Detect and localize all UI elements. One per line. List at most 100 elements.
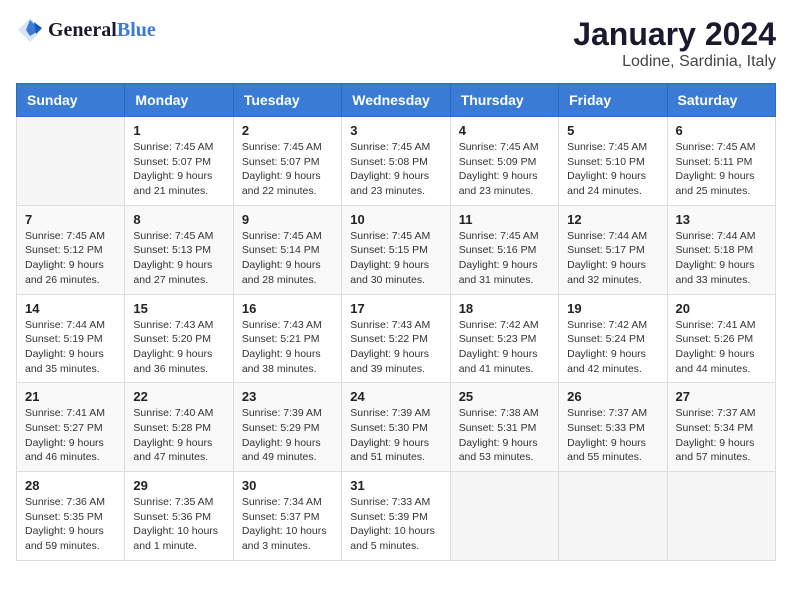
day-number: 16 xyxy=(242,301,333,316)
day-number: 5 xyxy=(567,123,658,138)
week-row-1: 7Sunrise: 7:45 AMSunset: 5:12 PMDaylight… xyxy=(17,205,776,294)
day-cell xyxy=(667,472,775,561)
day-number: 24 xyxy=(350,389,441,404)
day-number: 28 xyxy=(25,478,116,493)
day-info: Sunrise: 7:45 AMSunset: 5:07 PMDaylight:… xyxy=(133,140,224,199)
day-info: Sunrise: 7:44 AMSunset: 5:19 PMDaylight:… xyxy=(25,318,116,377)
day-cell: 5 Sunrise: 7:45 AMSunset: 5:10 PMDaylight… xyxy=(559,117,667,206)
day-info: Sunrise: 7:41 AMSunset: 5:27 PMDaylight:… xyxy=(25,406,116,465)
day-info: Sunrise: 7:43 AMSunset: 5:20 PMDaylight:… xyxy=(133,318,224,377)
day-cell: 18Sunrise: 7:42 AMSunset: 5:23 PMDayligh… xyxy=(450,294,558,383)
day-number: 1 xyxy=(133,123,224,138)
logo-blue-text: Blue xyxy=(117,19,156,41)
week-row-3: 21 Sunrise: 7:41 AMSunset: 5:27 PMDayligh… xyxy=(17,383,776,472)
day-cell: 22 Sunrise: 7:40 AMSunset: 5:28 PMDayligh… xyxy=(125,383,233,472)
day-number: 17 xyxy=(350,301,441,316)
day-number: 31 xyxy=(350,478,441,493)
day-number: 8 xyxy=(133,212,224,227)
day-number: 22 xyxy=(133,389,224,404)
day-cell: 4 Sunrise: 7:45 AMSunset: 5:09 PMDaylight… xyxy=(450,117,558,206)
day-cell: 13Sunrise: 7:44 AMSunset: 5:18 PMDayligh… xyxy=(667,205,775,294)
day-cell: 31 Sunrise: 7:33 AMSunset: 5:39 PMDayligh… xyxy=(342,472,450,561)
day-info: Sunrise: 7:42 AMSunset: 5:24 PMDaylight:… xyxy=(567,318,658,377)
week-row-0: 1 Sunrise: 7:45 AMSunset: 5:07 PMDaylight… xyxy=(17,117,776,206)
col-monday: Monday xyxy=(125,84,233,117)
day-info: Sunrise: 7:38 AMSunset: 5:31 PMDaylight:… xyxy=(459,406,550,465)
col-friday: Friday xyxy=(559,84,667,117)
day-cell: 9Sunrise: 7:45 AMSunset: 5:14 PMDaylight… xyxy=(233,205,341,294)
day-info: Sunrise: 7:45 AMSunset: 5:12 PMDaylight:… xyxy=(25,229,116,288)
col-saturday: Saturday xyxy=(667,84,775,117)
col-sunday: Sunday xyxy=(17,84,125,117)
week-row-2: 14 Sunrise: 7:44 AMSunset: 5:19 PMDayligh… xyxy=(17,294,776,383)
day-number: 11 xyxy=(459,212,550,227)
day-number: 27 xyxy=(676,389,767,404)
day-cell: 27Sunrise: 7:37 AMSunset: 5:34 PMDayligh… xyxy=(667,383,775,472)
logo-icon xyxy=(16,16,44,44)
title-area: January 2024 Lodine, Sardinia, Italy xyxy=(573,16,776,71)
day-cell: 30 Sunrise: 7:34 AMSunset: 5:37 PMDayligh… xyxy=(233,472,341,561)
day-number: 2 xyxy=(242,123,333,138)
day-number: 10 xyxy=(350,212,441,227)
day-cell: 14 Sunrise: 7:44 AMSunset: 5:19 PMDayligh… xyxy=(17,294,125,383)
day-info: Sunrise: 7:45 AMSunset: 5:10 PMDaylight:… xyxy=(567,140,658,199)
day-cell: 7Sunrise: 7:45 AMSunset: 5:12 PMDaylight… xyxy=(17,205,125,294)
day-info: Sunrise: 7:45 AMSunset: 5:16 PMDaylight:… xyxy=(459,229,550,288)
day-cell: 29 Sunrise: 7:35 AMSunset: 5:36 PMDayligh… xyxy=(125,472,233,561)
day-cell: 8Sunrise: 7:45 AMSunset: 5:13 PMDaylight… xyxy=(125,205,233,294)
day-number: 29 xyxy=(133,478,224,493)
day-info: Sunrise: 7:39 AMSunset: 5:29 PMDaylight:… xyxy=(242,406,333,465)
logo-general-text: General xyxy=(48,19,117,41)
day-info: Sunrise: 7:42 AMSunset: 5:23 PMDaylight:… xyxy=(459,318,550,377)
day-cell: 15Sunrise: 7:43 AMSunset: 5:20 PMDayligh… xyxy=(125,294,233,383)
header-row: Sunday Monday Tuesday Wednesday Thursday… xyxy=(17,84,776,117)
day-info: Sunrise: 7:43 AMSunset: 5:22 PMDaylight:… xyxy=(350,318,441,377)
day-number: 20 xyxy=(676,301,767,316)
day-number: 3 xyxy=(350,123,441,138)
day-cell: 21 Sunrise: 7:41 AMSunset: 5:27 PMDayligh… xyxy=(17,383,125,472)
day-number: 4 xyxy=(459,123,550,138)
day-info: Sunrise: 7:41 AMSunset: 5:26 PMDaylight:… xyxy=(676,318,767,377)
day-cell: 24 Sunrise: 7:39 AMSunset: 5:30 PMDayligh… xyxy=(342,383,450,472)
day-info: Sunrise: 7:35 AMSunset: 5:36 PMDaylight:… xyxy=(133,495,224,554)
day-info: Sunrise: 7:39 AMSunset: 5:30 PMDaylight:… xyxy=(350,406,441,465)
col-wednesday: Wednesday xyxy=(342,84,450,117)
day-number: 23 xyxy=(242,389,333,404)
day-info: Sunrise: 7:45 AMSunset: 5:11 PMDaylight:… xyxy=(676,140,767,199)
day-cell: 23 Sunrise: 7:39 AMSunset: 5:29 PMDayligh… xyxy=(233,383,341,472)
day-info: Sunrise: 7:45 AMSunset: 5:15 PMDaylight:… xyxy=(350,229,441,288)
day-cell: 12Sunrise: 7:44 AMSunset: 5:17 PMDayligh… xyxy=(559,205,667,294)
day-cell: 11 Sunrise: 7:45 AMSunset: 5:16 PMDayligh… xyxy=(450,205,558,294)
day-number: 25 xyxy=(459,389,550,404)
day-info: Sunrise: 7:45 AMSunset: 5:09 PMDaylight:… xyxy=(459,140,550,199)
day-cell: 2 Sunrise: 7:45 AMSunset: 5:07 PMDaylight… xyxy=(233,117,341,206)
day-cell: 19 Sunrise: 7:42 AMSunset: 5:24 PMDayligh… xyxy=(559,294,667,383)
day-number: 19 xyxy=(567,301,658,316)
day-info: Sunrise: 7:33 AMSunset: 5:39 PMDaylight:… xyxy=(350,495,441,554)
day-cell: 28 Sunrise: 7:36 AMSunset: 5:35 PMDayligh… xyxy=(17,472,125,561)
day-info: Sunrise: 7:34 AMSunset: 5:37 PMDaylight:… xyxy=(242,495,333,554)
day-cell: 20 Sunrise: 7:41 AMSunset: 5:26 PMDayligh… xyxy=(667,294,775,383)
day-info: Sunrise: 7:45 AMSunset: 5:08 PMDaylight:… xyxy=(350,140,441,199)
day-cell: 16Sunrise: 7:43 AMSunset: 5:21 PMDayligh… xyxy=(233,294,341,383)
day-cell xyxy=(17,117,125,206)
day-number: 21 xyxy=(25,389,116,404)
day-cell: 25 Sunrise: 7:38 AMSunset: 5:31 PMDayligh… xyxy=(450,383,558,472)
day-info: Sunrise: 7:45 AMSunset: 5:07 PMDaylight:… xyxy=(242,140,333,199)
day-info: Sunrise: 7:37 AMSunset: 5:33 PMDaylight:… xyxy=(567,406,658,465)
day-info: Sunrise: 7:44 AMSunset: 5:18 PMDaylight:… xyxy=(676,229,767,288)
day-number: 30 xyxy=(242,478,333,493)
location-title: Lodine, Sardinia, Italy xyxy=(573,53,776,71)
day-cell: 1 Sunrise: 7:45 AMSunset: 5:07 PMDaylight… xyxy=(125,117,233,206)
day-number: 6 xyxy=(676,123,767,138)
day-info: Sunrise: 7:45 AMSunset: 5:14 PMDaylight:… xyxy=(242,229,333,288)
header: GeneralBlue January 2024 Lodine, Sardini… xyxy=(16,16,776,71)
day-cell: 17 Sunrise: 7:43 AMSunset: 5:22 PMDayligh… xyxy=(342,294,450,383)
col-tuesday: Tuesday xyxy=(233,84,341,117)
day-cell xyxy=(559,472,667,561)
day-info: Sunrise: 7:40 AMSunset: 5:28 PMDaylight:… xyxy=(133,406,224,465)
day-info: Sunrise: 7:36 AMSunset: 5:35 PMDaylight:… xyxy=(25,495,116,554)
week-row-4: 28 Sunrise: 7:36 AMSunset: 5:35 PMDayligh… xyxy=(17,472,776,561)
day-number: 26 xyxy=(567,389,658,404)
day-number: 14 xyxy=(25,301,116,316)
